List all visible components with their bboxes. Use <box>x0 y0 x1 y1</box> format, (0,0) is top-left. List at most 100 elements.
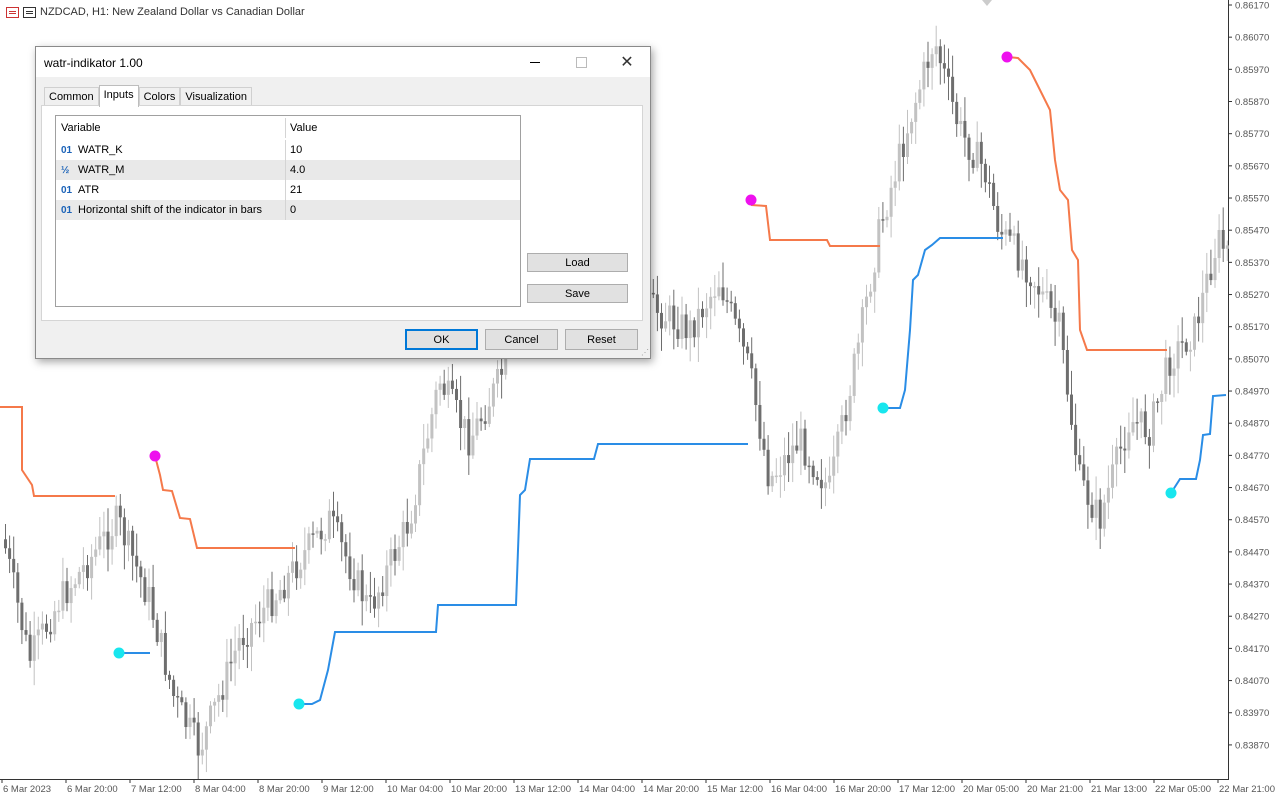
candle-body <box>1184 342 1188 352</box>
param-value[interactable]: 0 <box>286 200 520 220</box>
candle-body <box>955 101 959 125</box>
candle-body <box>217 695 221 702</box>
candle-body <box>1225 245 1229 249</box>
maximize-button[interactable] <box>558 47 604 77</box>
candle-body <box>1086 480 1090 505</box>
candle-body <box>1213 258 1217 281</box>
candle-body <box>906 133 909 157</box>
candle-body <box>746 346 750 354</box>
candle-body <box>8 548 12 559</box>
candle-body <box>188 717 192 728</box>
candle-body <box>430 414 434 439</box>
candle-body <box>143 577 147 602</box>
candle-body <box>32 635 36 661</box>
candle-body <box>836 431 840 457</box>
candle-body <box>799 428 803 451</box>
close-button[interactable]: ✕ <box>604 47 650 77</box>
candle-body <box>1188 349 1192 352</box>
table-row[interactable]: 01 ATR 21 <box>56 180 520 200</box>
load-button[interactable]: Load <box>527 253 628 272</box>
candle-body <box>819 479 823 489</box>
reset-button[interactable]: Reset <box>565 329 638 350</box>
time-tick-label: 16 Mar 20:00 <box>835 784 891 795</box>
minimize-icon <box>530 61 540 63</box>
stop-line-up <box>883 237 1003 409</box>
candle-body <box>184 702 188 728</box>
time-tick-label: 10 Mar 20:00 <box>451 784 507 795</box>
candle-body <box>737 318 741 329</box>
candle-body <box>975 141 979 168</box>
candle-body <box>221 695 225 700</box>
tab-inputs[interactable]: Inputs <box>98 85 139 107</box>
time-tick-label: 15 Mar 12:00 <box>707 784 763 795</box>
candle-body <box>500 368 504 375</box>
price-tick-label: 0.84870 <box>1235 419 1269 430</box>
price-tick-label: 0.85370 <box>1235 258 1269 269</box>
param-value[interactable]: 10 <box>286 140 520 160</box>
candle-body <box>209 705 212 727</box>
chart-window-icon[interactable] <box>23 6 36 18</box>
param-value[interactable]: 21 <box>286 180 520 200</box>
resize-grip-icon[interactable]: ⋰ <box>641 349 649 357</box>
tab-common[interactable]: Common <box>44 87 99 107</box>
candle-body <box>1057 312 1061 322</box>
candle-body <box>901 143 905 157</box>
candle-body <box>938 46 942 64</box>
integer-type-icon: 01 <box>61 204 73 216</box>
column-header-value[interactable]: Value <box>286 118 520 138</box>
candle-body <box>373 596 376 609</box>
price-tick-label: 0.84770 <box>1235 451 1269 462</box>
tab-visualization[interactable]: Visualization <box>180 87 252 107</box>
integer-type-icon: 01 <box>61 144 73 156</box>
candle-body <box>414 505 417 524</box>
candle-body <box>1016 233 1020 271</box>
candle-body <box>922 61 926 90</box>
candle-body <box>1098 499 1102 529</box>
candle-body <box>90 556 94 579</box>
chart-shift-marker <box>982 0 992 6</box>
dialog-title: watr-indikator 1.00 <box>44 56 143 70</box>
candle-body <box>405 521 409 534</box>
candle-body <box>1041 291 1045 295</box>
candle-body <box>733 303 737 319</box>
candle-body <box>102 531 106 537</box>
time-tick-label: 6 Mar 2023 <box>3 784 51 795</box>
param-name-cell: ½ WATR_M <box>56 160 286 180</box>
dialog-titlebar[interactable]: watr-indikator 1.00 ✕ <box>36 47 650 77</box>
candle-body <box>163 632 167 675</box>
time-tick-label: 17 Mar 12:00 <box>899 784 955 795</box>
table-row[interactable]: 01 Horizontal shift of the indicator in … <box>56 200 520 220</box>
ok-button[interactable]: OK <box>405 329 478 350</box>
tab-colors[interactable]: Colors <box>138 87 181 107</box>
candle-body <box>1164 357 1168 394</box>
time-tick-label: 6 Mar 20:00 <box>67 784 118 795</box>
close-icon: ✕ <box>620 54 634 71</box>
candle-body <box>1176 341 1180 369</box>
table-row[interactable]: ½ WATR_M 4.0 <box>56 160 520 180</box>
candle-body <box>98 536 102 550</box>
cancel-button[interactable]: Cancel <box>485 329 558 350</box>
candle-body <box>1053 307 1057 322</box>
stop-line-up <box>299 443 748 705</box>
candle-body <box>885 216 889 221</box>
candle-body <box>701 308 704 318</box>
candle-body <box>1123 448 1127 451</box>
table-row[interactable]: 01 WATR_K 10 <box>56 140 520 160</box>
candle-body <box>487 406 491 424</box>
chart-menu-icon[interactable] <box>6 6 19 18</box>
buy-signal-dot <box>1165 487 1177 499</box>
candle-body <box>135 555 139 567</box>
minimize-button[interactable] <box>512 47 558 77</box>
candle-body <box>180 697 184 703</box>
price-tick-label: 0.84170 <box>1235 644 1269 655</box>
column-header-variable[interactable]: Variable <box>56 118 286 138</box>
candle-body <box>282 589 286 599</box>
time-tick-label: 8 Mar 04:00 <box>195 784 246 795</box>
save-button[interactable]: Save <box>527 284 628 303</box>
param-value[interactable]: 4.0 <box>286 160 520 180</box>
candle-body <box>159 632 163 643</box>
candle-body <box>717 287 721 297</box>
candle-body <box>729 301 733 304</box>
candle-body <box>1131 422 1135 433</box>
candle-body <box>967 137 971 160</box>
